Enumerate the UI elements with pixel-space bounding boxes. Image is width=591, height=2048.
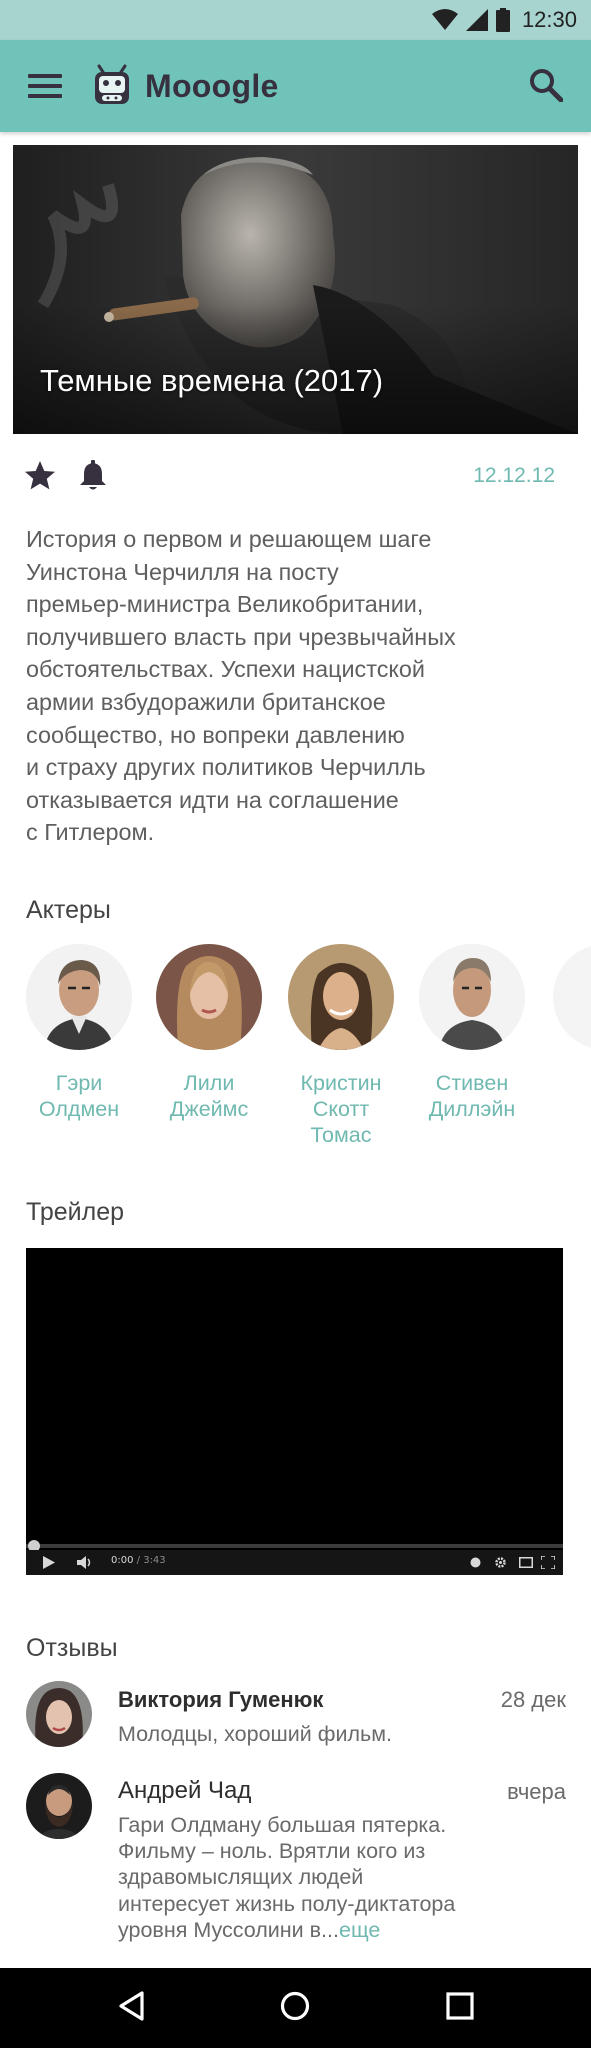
bell-icon[interactable] bbox=[78, 459, 108, 491]
movie-description: История о первом и решающем шаге Уинстон… bbox=[26, 523, 566, 849]
back-icon[interactable] bbox=[117, 1990, 145, 2022]
menu-icon[interactable] bbox=[28, 73, 62, 99]
reviews-section-title: Отзывы bbox=[26, 1634, 118, 1662]
actor-name[interactable]: Гэри Олдмен bbox=[14, 1070, 144, 1122]
read-more-link[interactable]: еще bbox=[339, 1918, 380, 1942]
wifi-icon bbox=[431, 9, 458, 30]
actor-name[interactable]: Кристин Скотт Томас bbox=[276, 1070, 406, 1148]
reviewer-name[interactable]: Виктория Гуменюк bbox=[118, 1687, 323, 1713]
review-item[interactable]: Андрей Чад вчера Гари Олдману большая пя… bbox=[26, 1773, 566, 1943]
app-title: Mooogle bbox=[145, 68, 279, 104]
status-time: 12:30 bbox=[521, 7, 577, 32]
star-icon[interactable] bbox=[24, 460, 56, 492]
description-line: Уинстона Черчилля на посту bbox=[26, 558, 339, 585]
search-icon[interactable] bbox=[529, 68, 563, 102]
review-item[interactable]: Виктория Гуменюк 28 дек Молодцы, хороший… bbox=[26, 1681, 566, 1751]
movie-actions: 12.12.12 bbox=[24, 458, 555, 494]
trailer-video-player[interactable]: 0:00 / 3:43 bbox=[26, 1248, 563, 1575]
description-line: и страху других политиков Черчилль bbox=[26, 754, 426, 781]
movie-poster[interactable]: Темные времена (2017) bbox=[13, 145, 578, 434]
app-bar: Mooogle bbox=[0, 40, 591, 132]
review-date: 28 дек bbox=[500, 1687, 566, 1712]
video-progress-bar[interactable] bbox=[26, 1544, 563, 1548]
review-text: Гари Олдману большая пятерка. Фильму – н… bbox=[118, 1813, 456, 1942]
actor-card[interactable]: Стивен Диллэйн bbox=[407, 944, 537, 1122]
actor-card[interactable]: Кристин Скотт Томас bbox=[276, 944, 406, 1148]
description-line: с Гитлером. bbox=[26, 819, 155, 846]
reviewer-avatar[interactable] bbox=[26, 1681, 92, 1747]
video-controls: 0:00 / 3:43 bbox=[26, 1550, 563, 1575]
actor-avatar-partial[interactable] bbox=[553, 944, 591, 1050]
actor-name[interactable]: Лили Джеймс bbox=[144, 1070, 274, 1122]
description-line: отказывается идти на соглашение bbox=[26, 786, 399, 813]
reviewer-name[interactable]: Андрей Чад bbox=[118, 1777, 251, 1805]
volume-icon[interactable] bbox=[77, 1556, 93, 1569]
actors-section-title: Актеры bbox=[26, 896, 111, 924]
movie-title: Темные времена (2017) bbox=[40, 363, 384, 398]
actor-card[interactable]: Лили Джеймс bbox=[144, 944, 274, 1122]
actor-name[interactable]: Стивен Диллэйн bbox=[407, 1070, 537, 1122]
trailer-section-title: Трейлер bbox=[26, 1198, 125, 1226]
review-date: вчера bbox=[507, 1779, 566, 1804]
settings-icon[interactable] bbox=[494, 1556, 507, 1569]
actor-avatar[interactable] bbox=[288, 944, 394, 1050]
actors-list[interactable]: Гэри Олдмен Лили Джеймс Кристин Скотт То… bbox=[0, 944, 591, 1154]
captions-icon[interactable] bbox=[470, 1557, 481, 1568]
description-line: История о первом и решающем шаге bbox=[26, 526, 432, 552]
signal-icon bbox=[465, 9, 488, 31]
release-date: 12.12.12 bbox=[473, 464, 555, 487]
actor-avatar[interactable] bbox=[156, 944, 262, 1050]
video-time: 0:00 / 3:43 bbox=[111, 1555, 166, 1566]
home-icon[interactable] bbox=[280, 1991, 310, 2021]
description-line: обстоятельствах. Успехи нацистской bbox=[26, 656, 425, 683]
review-text: Молодцы, хороший фильм. bbox=[118, 1722, 392, 1746]
status-icons: 12:30 bbox=[431, 6, 577, 34]
description-line: получившего власть при чрезвычайных bbox=[26, 623, 456, 650]
battery-icon bbox=[495, 8, 510, 32]
app-logo-icon bbox=[95, 64, 129, 104]
description-line: армии взбудоражили британское bbox=[26, 688, 386, 715]
recents-icon[interactable] bbox=[446, 1992, 474, 2020]
play-icon[interactable] bbox=[43, 1556, 55, 1569]
reviewer-avatar[interactable] bbox=[26, 1773, 92, 1839]
fullscreen-icon[interactable] bbox=[541, 1556, 555, 1569]
actor-avatar[interactable] bbox=[419, 944, 525, 1050]
actor-card[interactable]: Гэри Олдмен bbox=[14, 944, 144, 1122]
system-nav-bar bbox=[0, 1968, 591, 2048]
actor-avatar[interactable] bbox=[26, 944, 132, 1050]
status-bar: 12:30 bbox=[0, 0, 591, 40]
description-line: премьер-министра Великобритании, bbox=[26, 591, 424, 618]
description-line: сообщество, но вопреки давлению bbox=[26, 721, 405, 748]
theater-mode-icon[interactable] bbox=[519, 1557, 533, 1568]
